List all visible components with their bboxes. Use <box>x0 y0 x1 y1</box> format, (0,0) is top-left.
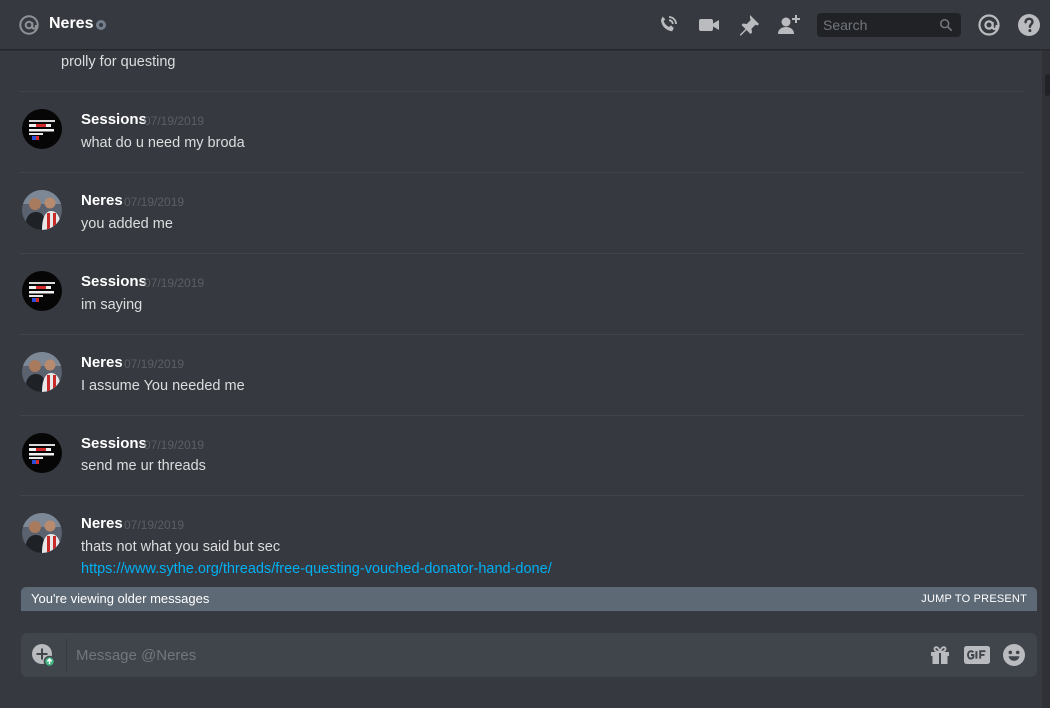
scrollbar-thumb[interactable] <box>1045 74 1050 96</box>
dm-chat-window: Neres Search prolly for questing Session… <box>0 0 1050 708</box>
message-username[interactable]: Sessions <box>81 435 147 452</box>
upload-icon[interactable] <box>31 643 55 667</box>
message-divider <box>20 253 1024 254</box>
sessions-avatar-icon <box>22 109 62 149</box>
message-group: Sessions 07/19/2019 what do u need my br… <box>20 108 1024 158</box>
message-timestamp: 07/19/2019 <box>124 195 185 209</box>
search-box[interactable]: Search <box>817 13 961 37</box>
composer-separator <box>66 639 67 671</box>
message-username[interactable]: Sessions <box>81 273 147 290</box>
message-group: Neres 07/19/2019 I assume You needed me <box>20 351 1024 401</box>
search-placeholder[interactable]: Search <box>823 17 867 33</box>
help-icon[interactable] <box>1017 13 1041 37</box>
message-group: Sessions 07/19/2019 im saying <box>20 270 1024 320</box>
message-divider <box>20 334 1024 335</box>
emoji-icon[interactable] <box>1002 643 1026 667</box>
message-text: prolly for questing <box>61 54 176 70</box>
message-text: what do u need my broda <box>81 135 245 151</box>
call-icon[interactable] <box>656 13 680 37</box>
neres-avatar-icon <box>22 190 62 230</box>
user-avatar[interactable] <box>22 433 62 473</box>
message-username[interactable]: Sessions <box>81 111 147 128</box>
message-composer <box>21 633 1037 677</box>
message-divider <box>20 172 1024 173</box>
message-input[interactable] <box>76 643 916 667</box>
message-group: Neres 07/19/2019 thats not what you said… <box>20 512 1024 592</box>
message-username[interactable]: Neres <box>81 515 123 532</box>
message-text: you added me <box>81 216 173 232</box>
message-username[interactable]: Neres <box>81 192 123 209</box>
message-text: I assume You needed me <box>81 378 245 394</box>
sessions-avatar-icon <box>22 433 62 473</box>
scrollbar-track[interactable] <box>1042 51 1050 708</box>
search-icon[interactable] <box>939 18 953 32</box>
user-avatar[interactable] <box>22 271 62 311</box>
mentions-icon[interactable] <box>977 13 1001 37</box>
message-divider <box>20 415 1024 416</box>
older-messages-text: You're viewing older messages <box>31 591 210 606</box>
pin-icon[interactable] <box>737 13 761 37</box>
message-group: Sessions 07/19/2019 send me ur threads <box>20 432 1024 482</box>
message-divider <box>20 91 1024 92</box>
message-text: send me ur threads <box>81 458 206 474</box>
message-timestamp: 07/19/2019 <box>144 114 205 128</box>
add-friend-icon[interactable] <box>777 13 801 37</box>
message-timestamp: 07/19/2019 <box>124 357 185 371</box>
message-group: Neres 07/19/2019 you added me <box>20 189 1024 239</box>
neres-avatar-icon <box>22 352 62 392</box>
message-username[interactable]: Neres <box>81 354 123 371</box>
older-messages-bar: You're viewing older messages JUMP TO PR… <box>21 587 1037 611</box>
user-avatar[interactable] <box>22 109 62 149</box>
offline-status-icon <box>96 20 106 30</box>
message-link[interactable]: https://www.sythe.org/threads/free-quest… <box>81 561 552 577</box>
message-timestamp: 07/19/2019 <box>144 276 205 290</box>
channel-title: Neres <box>49 15 94 32</box>
message-list[interactable]: prolly for questing Sessions 07/19/2019 … <box>0 51 1042 611</box>
channel-header: Neres Search <box>0 0 1050 50</box>
message-timestamp: 07/19/2019 <box>124 518 185 532</box>
jump-to-present-button[interactable]: JUMP TO PRESENT <box>921 593 1027 605</box>
gif-icon[interactable] <box>963 643 991 667</box>
gift-icon[interactable] <box>928 643 952 667</box>
neres-avatar-icon <box>22 513 62 553</box>
user-avatar[interactable] <box>22 352 62 392</box>
video-icon[interactable] <box>697 13 721 37</box>
user-avatar[interactable] <box>22 190 62 230</box>
message-text: thats not what you said but sec <box>81 539 281 555</box>
message-timestamp: 07/19/2019 <box>144 438 205 452</box>
message-divider <box>20 495 1024 496</box>
at-icon <box>19 15 39 35</box>
user-avatar[interactable] <box>22 513 62 553</box>
sessions-avatar-icon <box>22 271 62 311</box>
message-text: im saying <box>81 297 143 313</box>
